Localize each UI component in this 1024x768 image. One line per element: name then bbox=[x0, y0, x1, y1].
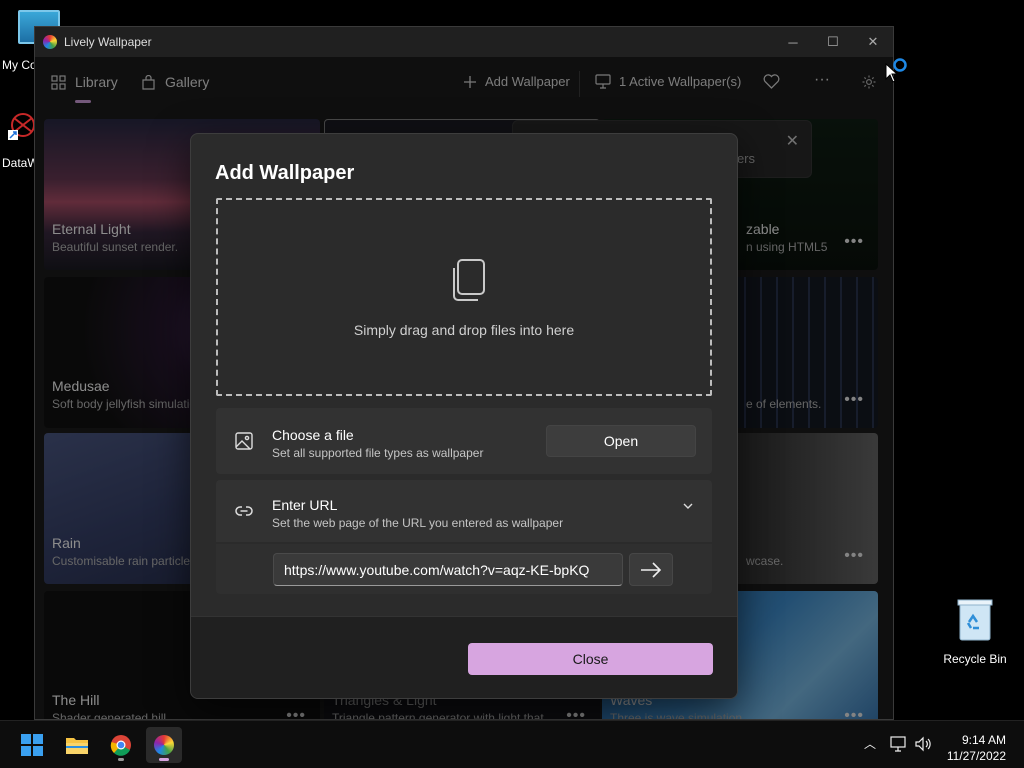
chevron-down-icon[interactable] bbox=[682, 500, 694, 512]
window-title: Lively Wallpaper bbox=[64, 35, 152, 49]
choose-file-title: Choose a file bbox=[272, 427, 354, 443]
image-icon bbox=[235, 432, 253, 450]
maximize-button[interactable]: ☐ bbox=[813, 27, 853, 57]
add-wallpaper-dialog: Add Wallpaper Simply drag and drop files… bbox=[190, 133, 738, 699]
file-explorer-button[interactable] bbox=[59, 727, 95, 763]
busy-spinner-icon bbox=[893, 58, 907, 72]
file-drop-zone[interactable]: Simply drag and drop files into here bbox=[216, 198, 712, 396]
enter-url-panel[interactable]: Enter URL Set the web page of the URL yo… bbox=[216, 480, 712, 542]
running-indicator bbox=[118, 758, 124, 761]
enter-url-title: Enter URL bbox=[272, 497, 338, 513]
enter-url-description: Set the web page of the URL you entered … bbox=[272, 516, 564, 530]
title-bar[interactable]: Lively Wallpaper ─ ☐ ✕ bbox=[35, 27, 893, 57]
dialog-title: Add Wallpaper bbox=[215, 162, 355, 184]
chevron-up-icon[interactable]: ︿ bbox=[864, 735, 876, 752]
lively-logo-icon bbox=[43, 35, 57, 49]
desktop-icon-label: Recycle Bin bbox=[943, 652, 1007, 666]
drop-zone-text: Simply drag and drop files into here bbox=[353, 322, 575, 338]
recycle-bin-icon bbox=[957, 599, 993, 641]
lively-wallpaper-taskbar-button[interactable] bbox=[146, 727, 182, 763]
dialog-footer: Close bbox=[191, 616, 737, 698]
start-button[interactable] bbox=[14, 727, 50, 763]
choose-file-panel: Choose a file Set all supported file typ… bbox=[216, 408, 712, 474]
running-indicator bbox=[159, 758, 169, 761]
url-input-row bbox=[216, 544, 712, 594]
clock-time: 9:14 AM bbox=[961, 733, 1006, 747]
submit-url-button[interactable] bbox=[629, 553, 673, 586]
windows-logo-icon bbox=[21, 734, 43, 756]
link-icon bbox=[235, 506, 253, 516]
clock-date: 11/27/2022 bbox=[946, 749, 1006, 763]
arrow-right-icon bbox=[641, 561, 662, 578]
minimize-button[interactable]: ─ bbox=[773, 27, 813, 57]
open-button[interactable]: Open bbox=[546, 425, 696, 457]
desktop-icon-label: My Co bbox=[2, 58, 37, 72]
url-input[interactable] bbox=[273, 553, 623, 586]
taskbar: ︿ 9:14 AM 11/27/2022 bbox=[0, 720, 1024, 768]
chrome-button[interactable] bbox=[103, 727, 139, 763]
desktop-icon-recycle-bin[interactable]: Recycle Bin bbox=[940, 598, 1010, 666]
network-icon[interactable] bbox=[890, 736, 908, 752]
choose-file-description: Set all supported file types as wallpape… bbox=[272, 446, 484, 460]
system-clock[interactable]: 9:14 AM 11/27/2022 bbox=[947, 732, 1006, 764]
copy-files-icon bbox=[453, 259, 485, 301]
close-window-button[interactable]: ✕ bbox=[853, 27, 893, 57]
close-button[interactable]: Close bbox=[468, 643, 713, 675]
lively-logo-icon bbox=[154, 735, 174, 755]
volume-icon[interactable] bbox=[914, 736, 932, 752]
chrome-icon bbox=[110, 735, 131, 756]
folder-icon bbox=[66, 738, 88, 754]
